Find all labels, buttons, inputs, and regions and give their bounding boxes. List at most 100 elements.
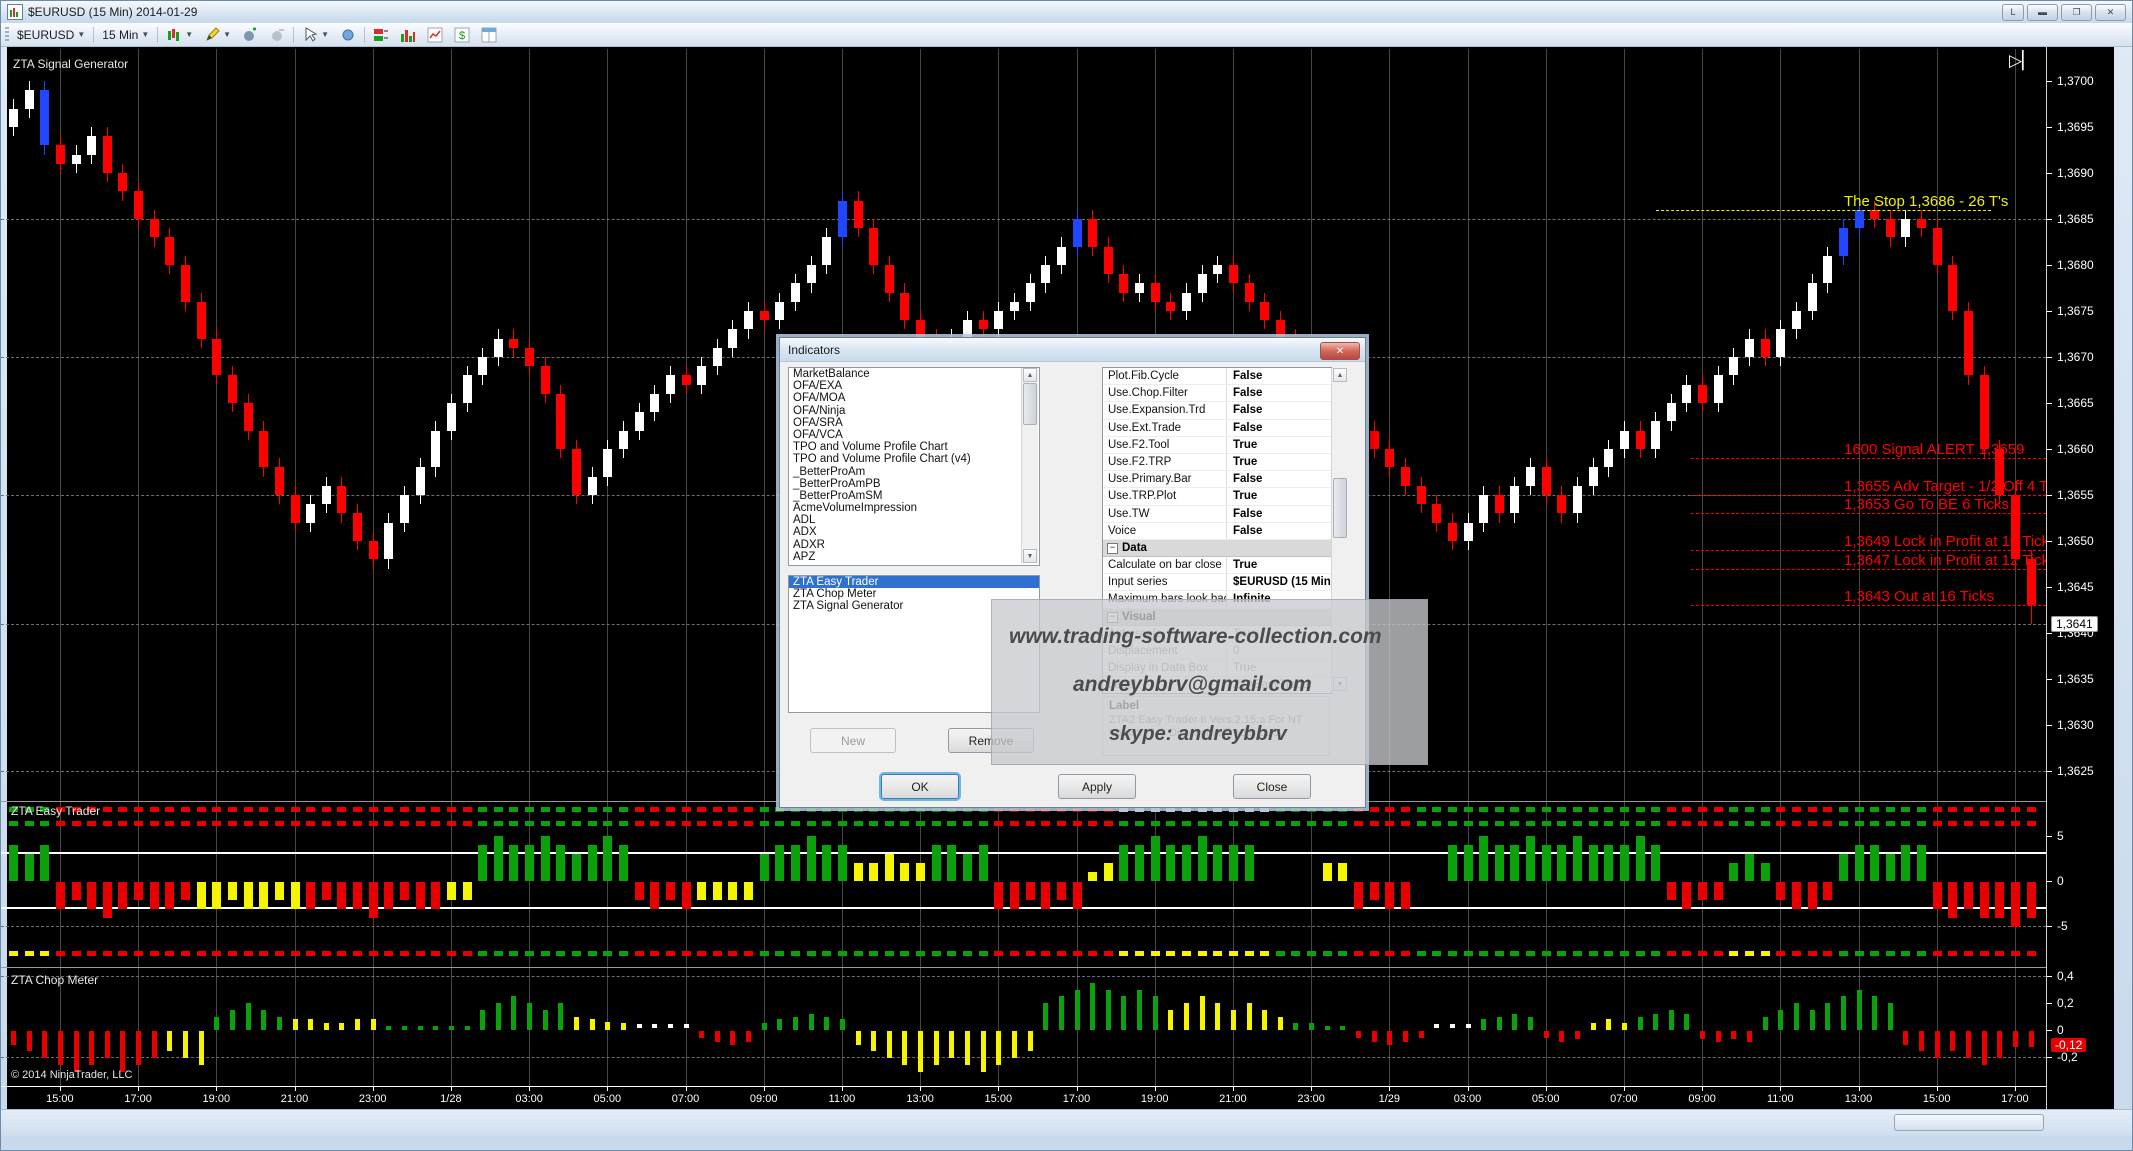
candle bbox=[1432, 504, 1441, 522]
signal-strip-square bbox=[1104, 951, 1113, 956]
scroll-down-icon[interactable]: ▼ bbox=[1023, 549, 1037, 563]
indicator-list-item[interactable]: OFA/Ninja bbox=[789, 405, 1039, 417]
chop-bar bbox=[480, 1010, 485, 1030]
candle bbox=[744, 311, 753, 329]
histogram-bar bbox=[1323, 863, 1332, 881]
indicator-list-item[interactable]: APZ bbox=[789, 551, 1039, 563]
indicator-list-item[interactable]: _BetterProAm bbox=[789, 466, 1039, 478]
property-value[interactable]: True bbox=[1227, 557, 1331, 573]
scroll-up-icon[interactable]: ▲ bbox=[1023, 368, 1037, 382]
indicator-list-item[interactable]: ADX bbox=[789, 526, 1039, 538]
price-axis[interactable]: 1,37001,36951,36901,36851,36801,36751,36… bbox=[2046, 47, 2114, 1109]
price-axis-tick bbox=[2047, 495, 2052, 496]
restore-button[interactable]: ❐ bbox=[2061, 4, 2092, 21]
property-row[interactable]: Calculate on bar closeTrue bbox=[1103, 557, 1331, 574]
property-row[interactable]: Use.Expansion.TrdFalse bbox=[1103, 402, 1331, 419]
close-button-dialog[interactable]: Close bbox=[1233, 774, 1311, 799]
property-value[interactable]: False bbox=[1227, 523, 1331, 539]
applied-indicator-item[interactable]: ZTA Easy Trader bbox=[789, 576, 1039, 588]
price-axis-tick bbox=[2047, 633, 2052, 634]
signal-strip-square bbox=[212, 821, 221, 826]
collapse-icon[interactable]: − bbox=[1107, 543, 1118, 554]
dialog-titlebar[interactable]: Indicators ✕ bbox=[780, 338, 1365, 362]
signal-strip-square bbox=[713, 951, 722, 956]
signal-strip-square bbox=[1995, 951, 2004, 956]
indicator-list-item[interactable]: _BetterProAmPB bbox=[789, 478, 1039, 490]
available-list-scrollbar[interactable]: ▲ ▼ bbox=[1021, 368, 1038, 563]
property-value[interactable]: True bbox=[1227, 488, 1331, 504]
panel2-level-line bbox=[1, 926, 2046, 927]
indicator-list-item[interactable]: ADL bbox=[789, 514, 1039, 526]
signal-strip-square bbox=[431, 821, 440, 826]
property-row[interactable]: Plot.Fib.CycleFalse bbox=[1103, 368, 1331, 385]
candle bbox=[619, 431, 628, 449]
close-button[interactable]: ✕ bbox=[2095, 4, 2126, 21]
property-value[interactable]: False bbox=[1227, 506, 1331, 522]
property-row[interactable]: Use.TWFalse bbox=[1103, 506, 1331, 523]
indicator-list-item[interactable]: OFA/MOA bbox=[789, 392, 1039, 404]
histogram-bar bbox=[1229, 845, 1238, 881]
ok-button[interactable]: OK bbox=[881, 774, 959, 799]
horizontal-scrollbar-thumb[interactable] bbox=[1894, 1114, 2044, 1131]
property-row[interactable]: VoiceFalse bbox=[1103, 523, 1331, 540]
property-value[interactable]: False bbox=[1227, 385, 1331, 401]
chop-bar bbox=[1888, 1003, 1893, 1030]
signal-strip-square bbox=[541, 951, 550, 956]
panel1-indicator-label: ZTA Signal Generator bbox=[13, 57, 128, 71]
signal-strip-square bbox=[1745, 821, 1754, 826]
signal-strip-square bbox=[666, 951, 675, 956]
scrollbar-thumb[interactable] bbox=[1023, 383, 1037, 425]
property-row[interactable]: Use.TRP.PlotTrue bbox=[1103, 488, 1331, 505]
indicator-list-item[interactable]: OFA/VCA bbox=[789, 429, 1039, 441]
price-axis-label: 1,3680 bbox=[2057, 258, 2094, 272]
scroll-up-icon[interactable]: ▲ bbox=[1333, 368, 1347, 382]
go-to-end-marker-icon[interactable]: ▷▏ bbox=[2009, 51, 2035, 71]
property-row[interactable]: Use.Ext.TradeFalse bbox=[1103, 420, 1331, 437]
candle bbox=[400, 495, 409, 523]
time-axis-label: 15:00 bbox=[1923, 1093, 1951, 1105]
horizontal-scrollbar-track[interactable]: ◀ ▶ bbox=[1, 1109, 2133, 1136]
scrollbar-thumb[interactable] bbox=[1333, 478, 1347, 538]
indicator-list-item[interactable]: TPO and Volume Profile Chart (v4) bbox=[789, 453, 1039, 465]
property-row[interactable]: Input series$EURUSD (15 Min) bbox=[1103, 574, 1331, 591]
indicator-list-item[interactable]: TPO and Volume Profile Chart bbox=[789, 441, 1039, 453]
signal-strip-square bbox=[666, 807, 675, 812]
property-value[interactable]: False bbox=[1227, 402, 1331, 418]
property-value[interactable]: False bbox=[1227, 368, 1331, 384]
histogram-bar bbox=[1495, 845, 1504, 881]
histogram-bar bbox=[40, 845, 49, 881]
indicator-list-item[interactable]: _BetterProAmSM bbox=[789, 490, 1039, 502]
available-indicators-list[interactable]: MarketBalanceOFA/EXAOFA/MOAOFA/NinjaOFA/… bbox=[788, 367, 1040, 566]
property-value[interactable]: False bbox=[1227, 420, 1331, 436]
indicator-list-item[interactable]: OFA/SRA bbox=[789, 417, 1039, 429]
chop-bar bbox=[1903, 1031, 1908, 1045]
chop-bar bbox=[1731, 1031, 1736, 1039]
property-value[interactable]: False bbox=[1227, 471, 1331, 487]
signal-strip-square bbox=[244, 807, 253, 812]
property-row[interactable]: Use.Chop.FilterFalse bbox=[1103, 385, 1331, 402]
chop-bar bbox=[809, 1014, 814, 1030]
current-price-badge[interactable]: 1,3641 bbox=[2051, 616, 2098, 632]
apply-button[interactable]: Apply bbox=[1058, 774, 1136, 799]
indicator-list-item[interactable]: ADXR bbox=[789, 539, 1039, 551]
signal-strip-square bbox=[916, 951, 925, 956]
signal-strip-square bbox=[603, 807, 612, 812]
candle bbox=[150, 219, 159, 237]
property-row[interactable]: Use.F2.TRPTrue bbox=[1103, 454, 1331, 471]
signal-strip-square bbox=[1088, 951, 1097, 956]
candle bbox=[791, 283, 800, 301]
indicator-list-item[interactable]: OFA/EXA bbox=[789, 380, 1039, 392]
property-value[interactable]: True bbox=[1227, 437, 1331, 453]
property-row[interactable]: Use.F2.ToolTrue bbox=[1103, 437, 1331, 454]
dialog-close-button[interactable]: ✕ bbox=[1320, 342, 1360, 360]
property-section-header[interactable]: −Data bbox=[1103, 540, 1331, 557]
new-button[interactable]: New bbox=[810, 728, 896, 753]
chop-bar bbox=[1340, 1026, 1345, 1030]
signal-strip-square bbox=[2027, 821, 2036, 826]
indicator-list-item[interactable]: AcmeVolumeImpression bbox=[789, 502, 1039, 514]
property-value[interactable]: $EURUSD (15 Min) bbox=[1227, 574, 1331, 590]
property-row[interactable]: Use.Primary.BarFalse bbox=[1103, 471, 1331, 488]
candle bbox=[212, 339, 221, 376]
indicator-list-item[interactable]: MarketBalance bbox=[789, 368, 1039, 380]
property-value[interactable]: True bbox=[1227, 454, 1331, 470]
